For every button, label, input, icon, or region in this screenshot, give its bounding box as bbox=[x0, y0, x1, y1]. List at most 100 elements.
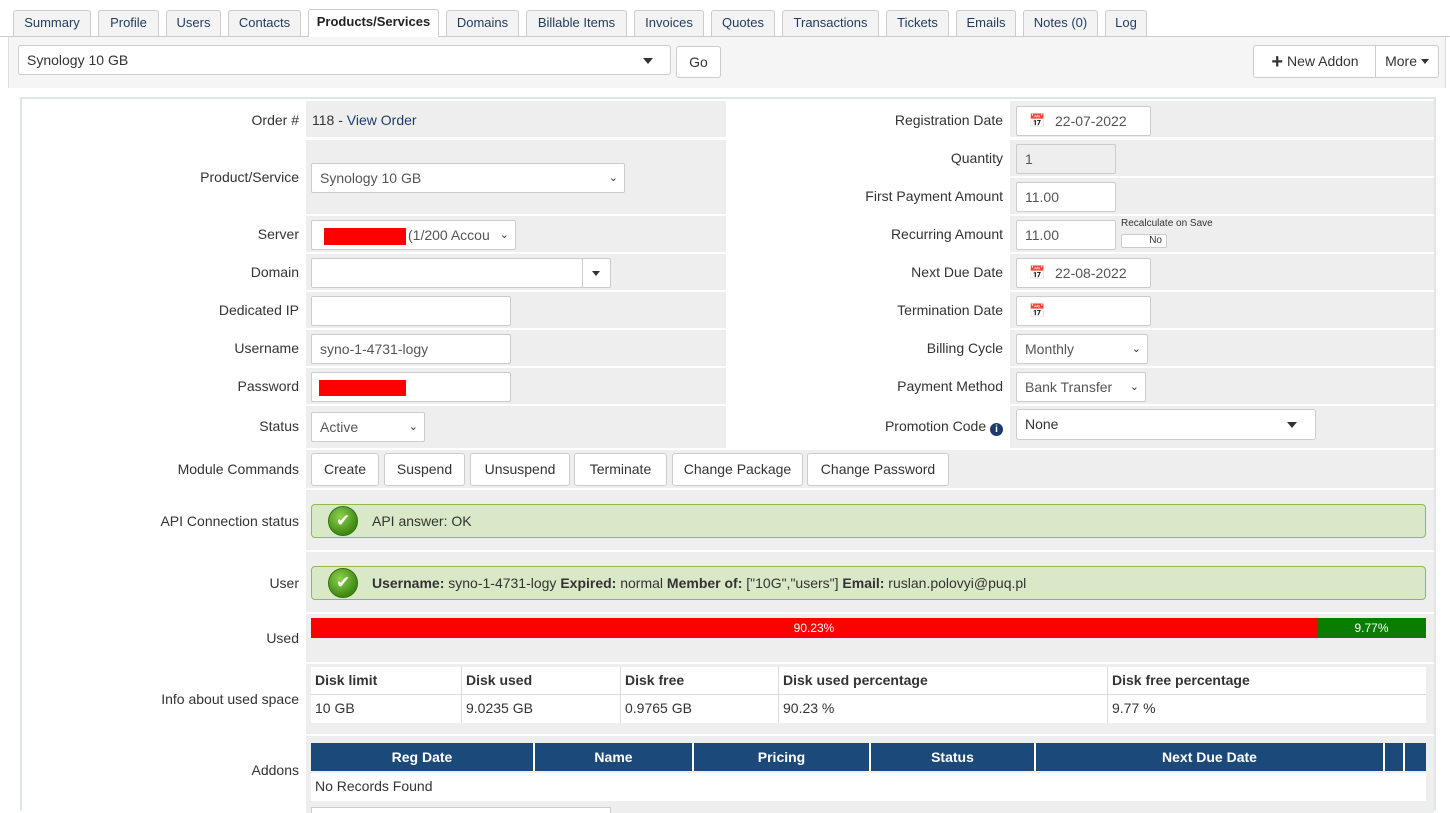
info-icon[interactable]: i bbox=[990, 423, 1003, 436]
next-due-date-value: 22-08-2022 bbox=[1055, 265, 1127, 281]
chevron-down-icon bbox=[643, 58, 653, 64]
tab-notes[interactable]: Notes (0) bbox=[1023, 10, 1098, 36]
api-status-message: API answer: OK bbox=[372, 513, 472, 529]
unsuspend-button[interactable]: Unsuspend bbox=[470, 453, 570, 486]
change-package-button[interactable]: Change Package bbox=[672, 453, 803, 486]
service-select[interactable]: Synology 10 GB bbox=[18, 45, 671, 75]
first-payment-input[interactable]: 11.00 bbox=[1016, 182, 1116, 212]
change-password-button[interactable]: Change Password bbox=[807, 453, 949, 486]
suspend-button[interactable]: Suspend bbox=[384, 453, 465, 486]
promotion-code-select[interactable]: None bbox=[1016, 409, 1316, 440]
addons-col-status[interactable]: Status bbox=[871, 743, 1036, 771]
caret-down-icon bbox=[1420, 59, 1429, 64]
tab-quotes[interactable]: Quotes bbox=[711, 10, 775, 36]
promotion-code-value: None bbox=[1025, 416, 1059, 432]
billing-cycle-value: Monthly bbox=[1025, 341, 1075, 357]
user-label: User bbox=[269, 575, 299, 591]
registration-date-label: Registration Date bbox=[894, 112, 1003, 128]
tab-products-services[interactable]: Products/Services bbox=[308, 9, 439, 37]
go-button[interactable]: Go bbox=[676, 46, 721, 78]
payment-method-select[interactable]: Bank Transfer ⌄ bbox=[1016, 372, 1146, 402]
user-expired-key: Expired: bbox=[560, 575, 617, 591]
tab-emails[interactable]: Emails bbox=[956, 10, 1016, 36]
calendar-icon: 📅 bbox=[1029, 113, 1046, 128]
order-value: 118 - View Order bbox=[312, 112, 417, 128]
chevron-down-icon: ⌄ bbox=[497, 221, 509, 249]
status-select[interactable]: Active ⌄ bbox=[311, 412, 425, 442]
space-table-header: Disk limit Disk used Disk free Disk used… bbox=[311, 667, 1426, 695]
tab-domains[interactable]: Domains bbox=[446, 10, 519, 36]
server-select-value: (1/200 Accou bbox=[408, 227, 490, 243]
next-due-date-label: Next Due Date bbox=[911, 264, 1003, 280]
recalculate-toggle-value: No bbox=[1149, 235, 1162, 246]
tab-log[interactable]: Log bbox=[1105, 10, 1147, 36]
disk-used-segment: 90.23% bbox=[311, 618, 1317, 638]
addons-col-pricing[interactable]: Pricing bbox=[694, 743, 871, 771]
tab-profile[interactable]: Profile bbox=[98, 10, 159, 36]
user-username-value: syno-1-4731-logy bbox=[444, 575, 561, 591]
more-label: More bbox=[1385, 53, 1417, 69]
status-select-value: Active bbox=[320, 419, 359, 435]
module-commands-label: Module Commands bbox=[177, 461, 299, 477]
registration-date-value: 22-07-2022 bbox=[1055, 113, 1127, 129]
api-status-alert: ✔ API answer: OK bbox=[311, 504, 1426, 538]
billing-cycle-select[interactable]: Monthly ⌄ bbox=[1016, 334, 1148, 364]
addon-select-partial[interactable] bbox=[311, 807, 611, 813]
status-label: Status bbox=[259, 418, 299, 434]
space-col-free-percentage: Disk free percentage bbox=[1112, 672, 1250, 688]
tab-invoices[interactable]: Invoices bbox=[634, 10, 704, 36]
user-email-value: ruslan.polovyi@puq.pl bbox=[884, 575, 1027, 591]
create-button[interactable]: Create bbox=[311, 453, 379, 486]
addons-col-next-due-date[interactable]: Next Due Date bbox=[1036, 743, 1385, 771]
check-icon: ✔ bbox=[328, 568, 358, 598]
registration-date-input[interactable]: 📅 22-07-2022 bbox=[1016, 106, 1151, 136]
tab-summary[interactable]: Summary bbox=[13, 10, 91, 36]
password-label: Password bbox=[237, 378, 299, 394]
recurring-amount-input[interactable]: 11.00 bbox=[1016, 220, 1116, 250]
user-email-key: Email: bbox=[842, 575, 885, 591]
username-input[interactable]: syno-1-4731-logy bbox=[311, 334, 511, 364]
chevron-down-icon: ⌄ bbox=[1129, 373, 1139, 401]
tab-tickets[interactable]: Tickets bbox=[886, 10, 949, 36]
addons-col-reg-date[interactable]: Reg Date bbox=[311, 743, 535, 771]
more-button[interactable]: More bbox=[1375, 45, 1439, 78]
space-col-disk-limit: Disk limit bbox=[315, 672, 378, 688]
space-col-used-percentage: Disk used percentage bbox=[783, 672, 928, 688]
chevron-down-icon bbox=[1287, 422, 1297, 428]
termination-date-input[interactable]: 📅 bbox=[1016, 296, 1151, 326]
addons-col-name[interactable]: Name bbox=[535, 743, 694, 771]
quantity-input[interactable]: 1 bbox=[1016, 144, 1116, 174]
user-expired-value: normal bbox=[616, 575, 667, 591]
service-select-value: Synology 10 GB bbox=[27, 52, 129, 68]
domain-dropdown-button[interactable] bbox=[582, 258, 611, 288]
domain-label: Domain bbox=[250, 264, 299, 280]
table-row: No Records Found bbox=[311, 773, 1426, 801]
addons-label: Addons bbox=[251, 762, 299, 778]
disk-free-segment: 9.77% bbox=[1317, 618, 1426, 638]
plus-icon: + bbox=[1271, 51, 1284, 73]
addons-col-edit bbox=[1385, 743, 1405, 771]
tab-transactions[interactable]: Transactions bbox=[782, 10, 879, 36]
new-addon-label: New Addon bbox=[1286, 53, 1359, 69]
tab-contacts[interactable]: Contacts bbox=[228, 10, 301, 36]
recalculate-toggle[interactable]: No bbox=[1121, 234, 1167, 248]
space-info-table: Disk limit Disk used Disk free Disk used… bbox=[311, 667, 1426, 723]
space-col-disk-used: Disk used bbox=[466, 672, 533, 688]
tab-users[interactable]: Users bbox=[166, 10, 221, 36]
terminate-button[interactable]: Terminate bbox=[574, 453, 667, 486]
next-due-date-input[interactable]: 📅 22-08-2022 bbox=[1016, 258, 1151, 288]
product-label: Product/Service bbox=[200, 169, 299, 185]
payment-method-value: Bank Transfer bbox=[1025, 379, 1113, 395]
chevron-down-icon: ⌄ bbox=[1131, 343, 1141, 355]
product-select-value: Synology 10 GB bbox=[320, 170, 422, 186]
promotion-code-label: Promotion Code i bbox=[726, 418, 1003, 436]
space-col-disk-free: Disk free bbox=[625, 672, 685, 688]
product-select[interactable]: Synology 10 GB ⌄ bbox=[311, 163, 625, 193]
caret-down-icon bbox=[592, 271, 600, 276]
tab-billable-items[interactable]: Billable Items bbox=[526, 10, 627, 36]
view-order-link[interactable]: View Order bbox=[347, 112, 417, 128]
dedicated-ip-input[interactable] bbox=[311, 296, 511, 326]
domain-input[interactable] bbox=[311, 258, 583, 288]
recurring-amount-label: Recurring Amount bbox=[890, 226, 1003, 242]
new-addon-button[interactable]: + New Addon bbox=[1253, 45, 1377, 78]
